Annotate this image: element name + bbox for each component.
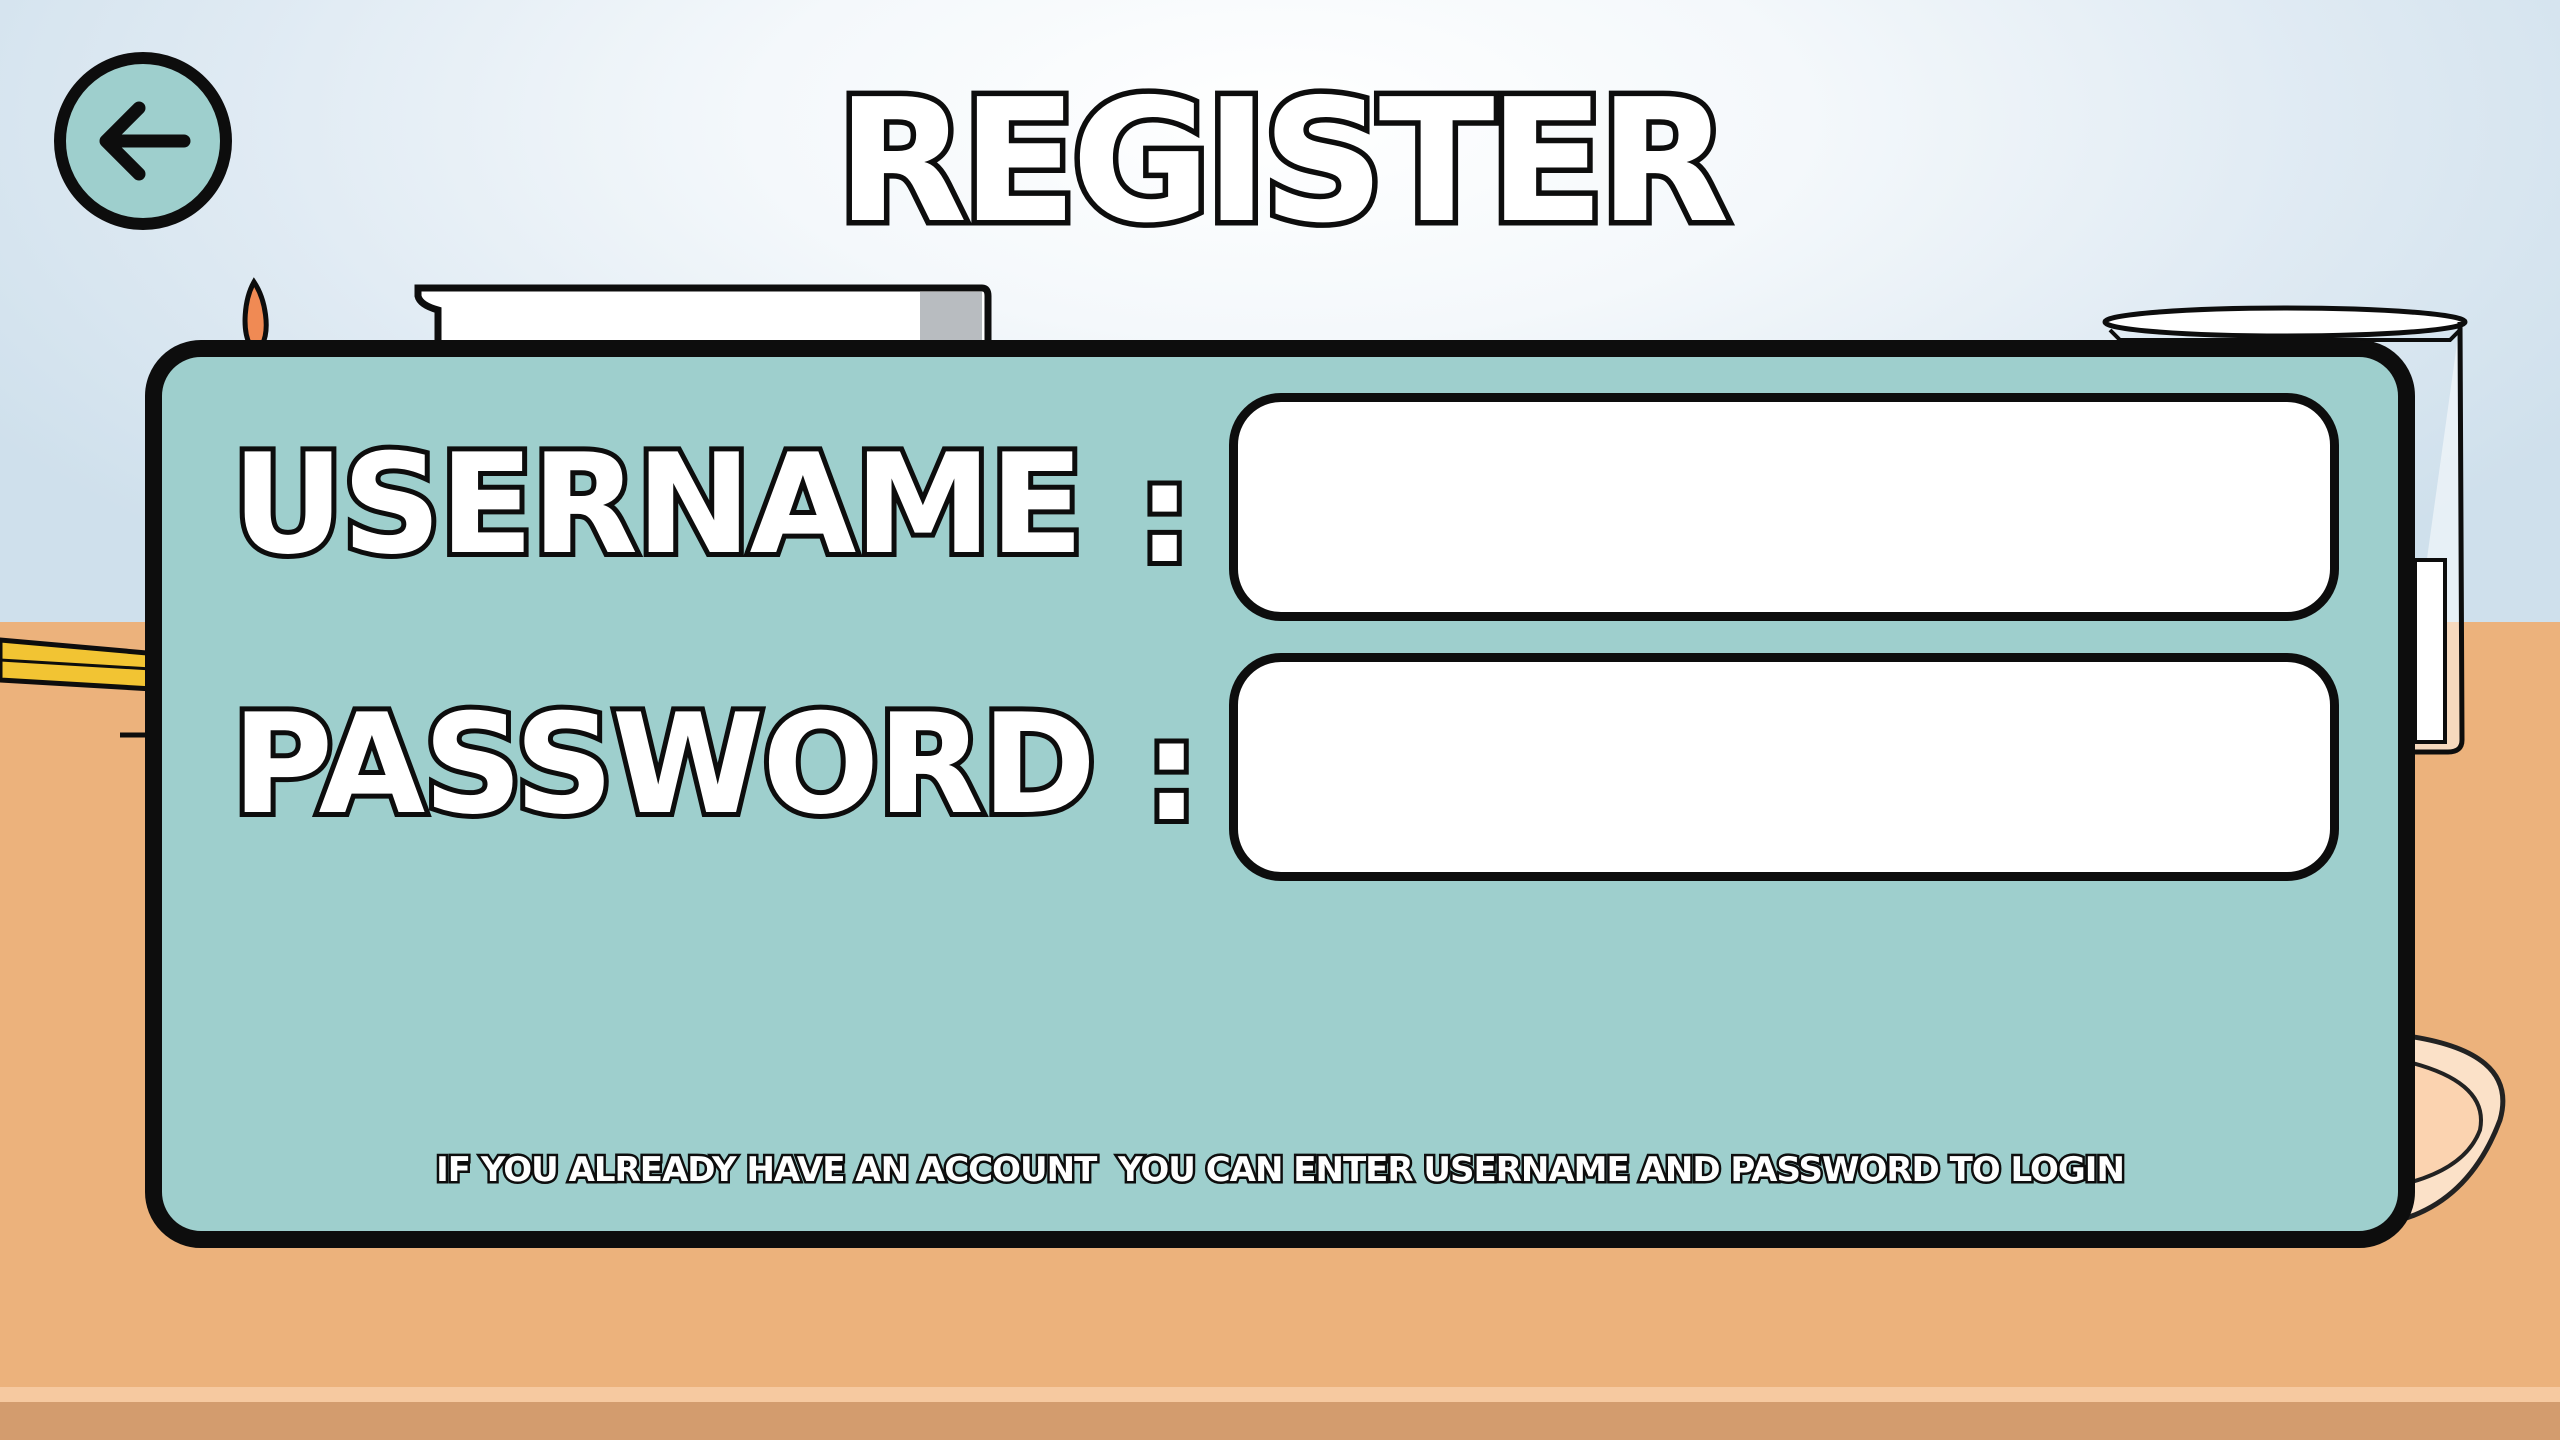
screen-title: REGISTER (831, 58, 1735, 267)
login-hint-text: IF YOU ALREADY HAVE AN ACCOUNT YOU CAN E… (434, 1148, 2128, 1193)
candle-decoration (242, 277, 269, 348)
password-colon: : (1139, 687, 1204, 857)
plate-decoration (2399, 1032, 2506, 1223)
username-label: USERNAME (227, 420, 1089, 590)
username-input[interactable] (1229, 393, 2339, 621)
register-form-panel: USERNAME : PASSWORD : IF YOU ALREADY HAV… (145, 340, 2415, 1248)
password-input[interactable] (1229, 653, 2339, 881)
password-label: PASSWORD (227, 680, 1101, 850)
arrow-left-icon (99, 101, 191, 181)
back-button[interactable] (54, 52, 232, 230)
book-decoration (414, 284, 992, 349)
username-colon: : (1132, 429, 1197, 599)
